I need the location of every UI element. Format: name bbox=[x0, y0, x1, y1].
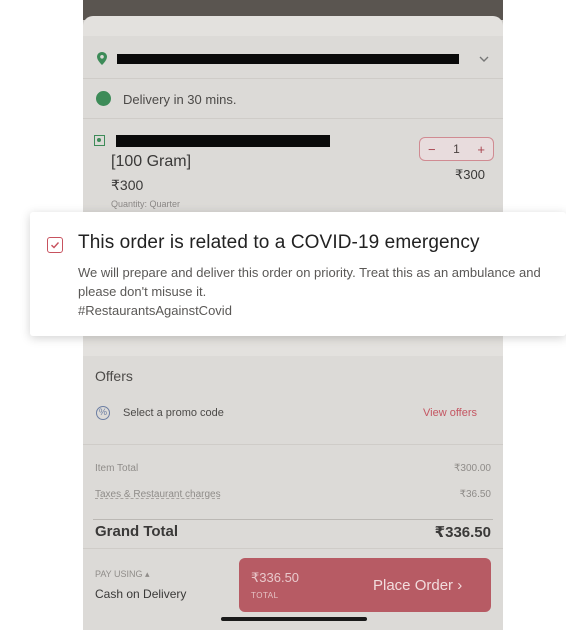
delivery-time-row: Delivery in 30 mins. bbox=[83, 78, 503, 118]
grand-total-divider bbox=[93, 519, 493, 520]
item-price: ₹300 bbox=[111, 177, 144, 193]
covid-emergency-card[interactable]: This order is related to a COVID-19 emer… bbox=[30, 212, 566, 336]
emergency-checkbox[interactable] bbox=[47, 237, 63, 253]
payment-method[interactable]: Cash on Delivery bbox=[95, 587, 186, 601]
item-total-label: Item Total bbox=[95, 463, 139, 474]
chevron-down-icon[interactable] bbox=[479, 56, 489, 62]
clock-icon bbox=[96, 91, 111, 106]
popup-description-text: We will prepare and deliver this order o… bbox=[78, 265, 541, 299]
location-pin-icon bbox=[97, 52, 107, 65]
grand-total-label: Grand Total bbox=[95, 523, 179, 540]
checkmark-icon bbox=[51, 242, 60, 249]
increment-button[interactable]: + bbox=[477, 142, 485, 157]
popup-hashtag: #RestaurantsAgainstCovid bbox=[78, 303, 232, 318]
item-variant: [100 Gram] bbox=[111, 153, 192, 170]
offers-section: Offers % Select a promo code View offers bbox=[83, 356, 503, 444]
home-indicator[interactable] bbox=[221, 617, 367, 621]
bill-details: Item Total ₹300.00 Taxes & Restaurant ch… bbox=[83, 444, 503, 548]
popup-description: We will prepare and deliver this order o… bbox=[78, 263, 548, 320]
veg-indicator-icon bbox=[94, 135, 105, 146]
redacted-address bbox=[117, 54, 459, 64]
quantity-stepper[interactable]: − 1 + bbox=[419, 137, 494, 161]
taxes-label[interactable]: Taxes & Restaurant charges bbox=[95, 489, 221, 500]
order-amount: ₹336.50 bbox=[251, 570, 300, 585]
place-order-button[interactable]: ₹336.50 TOTAL Place Order › bbox=[239, 558, 491, 612]
decrement-button[interactable]: − bbox=[428, 142, 436, 157]
redacted-item-name bbox=[116, 135, 330, 147]
offers-title: Offers bbox=[95, 368, 133, 384]
item-total-value: ₹300.00 bbox=[454, 463, 491, 474]
pay-using-label[interactable]: PAY USING ▴ bbox=[95, 569, 150, 580]
address-row[interactable] bbox=[83, 36, 503, 78]
promo-code-icon: % bbox=[96, 406, 110, 420]
total-caption: TOTAL bbox=[251, 591, 279, 600]
delivery-time-text: Delivery in 30 mins. bbox=[123, 92, 237, 107]
item-line-total: ₹300 bbox=[455, 167, 485, 182]
quantity-value: 1 bbox=[453, 142, 460, 156]
popup-title: This order is related to a COVID-19 emer… bbox=[78, 232, 480, 253]
select-promo-code[interactable]: Select a promo code bbox=[123, 407, 224, 419]
taxes-value: ₹36.50 bbox=[459, 489, 491, 500]
view-offers-link[interactable]: View offers bbox=[423, 407, 477, 419]
item-quantity-note: Quantity: Quarter bbox=[111, 199, 181, 209]
grand-total-value: ₹336.50 bbox=[434, 524, 491, 541]
place-order-label: Place Order › bbox=[373, 577, 463, 594]
